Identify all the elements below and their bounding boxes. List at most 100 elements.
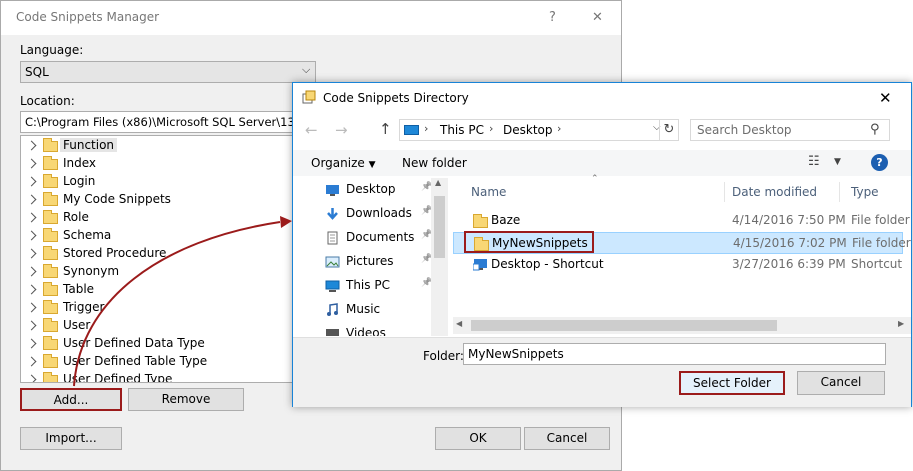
file-type: File folder: [852, 236, 911, 250]
column-header-date[interactable]: Date modified: [732, 185, 817, 199]
folder-icon: [43, 354, 58, 368]
chevron-right-icon[interactable]: [26, 158, 37, 169]
tree-item[interactable]: Synonym: [21, 263, 281, 281]
folder-icon: [473, 214, 488, 228]
file-name: Desktop - Shortcut: [491, 257, 604, 271]
navigation-pane[interactable]: Desktop 📌 Downloads 📌 Documents 📌 Pictures 📌 Thi…: [293, 178, 449, 336]
tree-item[interactable]: Role: [21, 209, 281, 227]
chevron-right-icon[interactable]: [26, 338, 37, 349]
nav-item[interactable]: Downloads 📌: [293, 202, 432, 226]
tree-item[interactable]: Index: [21, 155, 281, 173]
tree-item-label: Stored Procedure: [63, 246, 167, 260]
nav-item-label: Downloads: [346, 206, 412, 220]
add-button[interactable]: Add...: [20, 388, 122, 411]
back-arrow-icon[interactable]: ←: [305, 121, 318, 139]
location-field[interactable]: C:\Program Files (x86)\Microsoft SQL Ser…: [20, 111, 300, 133]
help-icon[interactable]: ?: [871, 154, 888, 171]
file-row[interactable]: MyNewSnippets 4/15/2016 7:02 PM File folde…: [453, 231, 911, 254]
manager-close-button[interactable]: ✕: [592, 10, 603, 25]
address-bar[interactable]: › This PC › Desktop ›: [399, 119, 679, 141]
language-label: Language:: [20, 43, 84, 57]
up-arrow-icon[interactable]: ↑: [379, 120, 392, 138]
forward-arrow-icon[interactable]: →: [335, 121, 348, 139]
remove-button[interactable]: Remove: [128, 388, 244, 411]
chevron-right-icon[interactable]: [26, 266, 37, 277]
nav-item[interactable]: Documents 📌: [293, 226, 432, 250]
nav-scrollbar-thumb[interactable]: [434, 196, 445, 258]
tree-item[interactable]: Stored Procedure: [21, 245, 281, 263]
nav-scrollbar[interactable]: ▲: [431, 178, 448, 336]
chevron-right-icon[interactable]: [26, 320, 37, 331]
chevron-right-icon[interactable]: [26, 356, 37, 367]
tree-item[interactable]: User: [21, 317, 281, 335]
chevron-down-icon[interactable]: ▼: [834, 157, 841, 167]
organize-menu[interactable]: Organize ▼: [311, 156, 376, 170]
chevron-down-icon: ⌵: [302, 63, 311, 76]
dialog-cancel-button[interactable]: Cancel: [797, 371, 885, 395]
nav-item[interactable]: Videos: [293, 322, 431, 336]
chevron-right-icon[interactable]: [26, 302, 37, 313]
column-header-type[interactable]: Type: [851, 185, 879, 199]
horizontal-scrollbar[interactable]: ◀ ▶: [453, 317, 911, 334]
search-box[interactable]: Search Desktop ⚲: [690, 119, 890, 141]
column-header-name[interactable]: Name: [471, 185, 506, 199]
chevron-right-icon[interactable]: [26, 248, 37, 259]
nav-item[interactable]: Pictures 📌: [293, 250, 432, 274]
tree-item-label: Table: [63, 282, 95, 296]
dialog-close-button[interactable]: ✕: [879, 89, 892, 107]
file-date: 3/27/2016 6:39 PM: [732, 257, 846, 271]
tree-item-label: My Code Snippets: [63, 192, 171, 206]
tree-item[interactable]: Schema: [21, 227, 281, 245]
file-name: Baze: [491, 213, 521, 227]
ok-button[interactable]: OK: [435, 427, 521, 450]
dialog-title: Code Snippets Directory: [323, 91, 469, 105]
language-select[interactable]: SQL ⌵: [20, 61, 316, 83]
file-date: 4/14/2016 7:50 PM: [732, 213, 846, 227]
chevron-right-icon[interactable]: [26, 140, 37, 151]
breadcrumb-desktop[interactable]: Desktop: [503, 123, 553, 137]
tree-item-label: User Defined Table Type: [63, 354, 208, 368]
folder-icon: [43, 210, 58, 224]
search-placeholder: Search Desktop: [697, 123, 792, 137]
tree-item[interactable]: User Defined Table Type: [21, 353, 281, 371]
tree-item[interactable]: Trigger: [21, 299, 281, 317]
chevron-right-icon[interactable]: [26, 194, 37, 205]
tree-item[interactable]: My Code Snippets: [21, 191, 281, 209]
chevron-right-icon[interactable]: [26, 212, 37, 223]
tree-item[interactable]: Table: [21, 281, 281, 299]
computer-icon: [325, 279, 340, 293]
tree-item[interactable]: Function: [21, 137, 281, 155]
help-button[interactable]: ?: [549, 10, 556, 25]
chevron-right-icon[interactable]: [26, 374, 37, 382]
snippet-tree[interactable]: Function Index Login My Code Snippets Role Sc…: [20, 135, 300, 383]
tree-item-label: Schema: [63, 228, 112, 242]
file-row[interactable]: Baze 4/14/2016 7:50 PM File folder: [453, 210, 910, 232]
folder-icon: [43, 300, 58, 314]
breadcrumb-this-pc[interactable]: This PC: [440, 123, 484, 137]
dialog-app-icon: [302, 90, 316, 104]
folder-input[interactable]: MyNewSnippets: [463, 343, 886, 365]
chevron-right-icon[interactable]: [26, 230, 37, 241]
chevron-right-icon[interactable]: [26, 176, 37, 187]
horizontal-scrollbar-thumb[interactable]: [471, 320, 777, 331]
tree-item-label: User Defined Data Type: [63, 336, 205, 350]
view-options-icon[interactable]: ☷: [808, 154, 820, 169]
new-folder-button[interactable]: New folder: [402, 156, 467, 170]
import-button[interactable]: Import...: [20, 427, 122, 450]
nav-item[interactable]: Desktop 📌: [293, 178, 432, 202]
nav-item[interactable]: This PC 📌: [293, 274, 432, 298]
nav-item-label: This PC: [346, 278, 390, 292]
tree-item[interactable]: User Defined Type: [21, 371, 281, 382]
tree-item-label: Login: [63, 174, 96, 188]
music-icon: [325, 303, 340, 317]
select-folder-button[interactable]: Select Folder: [679, 371, 785, 395]
tree-item[interactable]: Login: [21, 173, 281, 191]
chevron-right-icon[interactable]: [26, 284, 37, 295]
refresh-button[interactable]: ↻: [659, 119, 679, 141]
refresh-icon: ↻: [663, 122, 675, 137]
file-row[interactable]: Desktop - Shortcut 3/27/2016 6:39 PM Short…: [453, 254, 903, 276]
manager-title: Code Snippets Manager: [16, 10, 160, 24]
manager-cancel-button[interactable]: Cancel: [524, 427, 610, 450]
tree-item[interactable]: User Defined Data Type: [21, 335, 281, 353]
nav-item[interactable]: Music: [293, 298, 431, 322]
